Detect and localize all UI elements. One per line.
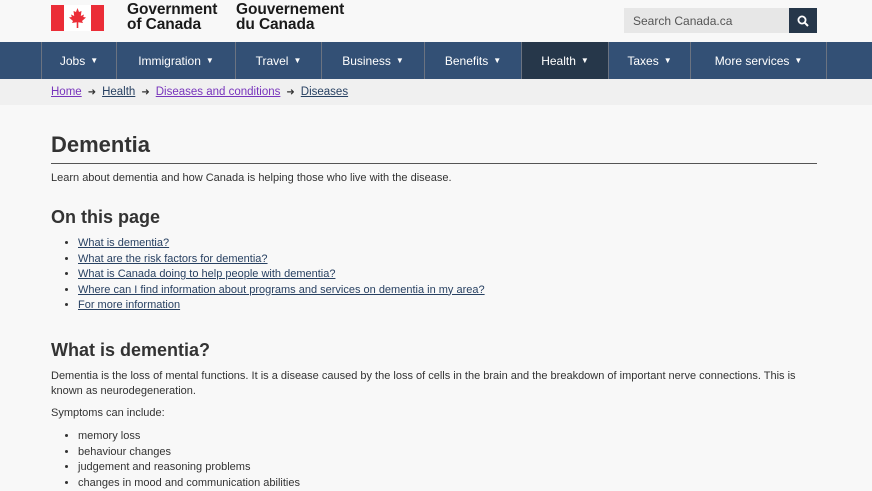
- toc-link-what-is-dementia[interactable]: What is dementia?: [78, 237, 169, 249]
- menu-item-label: Health: [541, 54, 576, 68]
- menu-items: Jobs ▼ Immigration ▼ Travel ▼ Business ▼…: [41, 42, 827, 79]
- chevron-down-icon: ▼: [664, 56, 672, 65]
- chevron-down-icon: ▼: [396, 56, 404, 65]
- chevron-down-icon: ▼: [794, 56, 802, 65]
- government-of-canada-wordmark[interactable]: Government of Canada: [127, 2, 217, 32]
- page-title: Dementia: [51, 132, 817, 164]
- search-button[interactable]: [789, 8, 817, 33]
- symptoms-list: memory loss behaviour changes judgement …: [78, 429, 817, 491]
- breadcrumb-link-diseases-and-conditions[interactable]: Diseases and conditions: [156, 86, 281, 98]
- chevron-down-icon: ▼: [206, 56, 214, 65]
- breadcrumb-list: Home ➜ Health ➜ Diseases and conditions …: [51, 86, 348, 98]
- toc-link-canada-help[interactable]: What is Canada doing to help people with…: [78, 268, 335, 280]
- menu-item-health[interactable]: Health ▼: [522, 42, 609, 79]
- chevron-down-icon: ▼: [493, 56, 501, 65]
- breadcrumb-link-home[interactable]: Home: [51, 86, 82, 98]
- toc-link-risk-factors[interactable]: What are the risk factors for dementia?: [78, 253, 268, 265]
- breadcrumb-item: ➜ Diseases: [280, 86, 348, 98]
- toc-item: What is Canada doing to help people with…: [78, 267, 817, 283]
- wordmark-fr-line2: du Canada: [236, 17, 344, 32]
- breadcrumb-item: Home: [51, 86, 82, 98]
- menu-item-label: Business: [342, 54, 391, 68]
- menu-item-benefits[interactable]: Benefits ▼: [425, 42, 522, 79]
- gouvernement-du-canada-wordmark[interactable]: Gouvernement du Canada: [236, 2, 344, 32]
- list-item: memory loss: [78, 429, 817, 445]
- menu-item-label: Travel: [256, 54, 289, 68]
- menu-item-immigration[interactable]: Immigration ▼: [117, 42, 236, 79]
- search-icon: [797, 15, 809, 27]
- menu-item-label: More services: [715, 54, 790, 68]
- arrow-right-icon: ➜: [88, 87, 96, 98]
- wordmark-en-line1: Government: [127, 2, 217, 17]
- main-content: Dementia Learn about dementia and how Ca…: [51, 105, 817, 491]
- canada-flag-icon[interactable]: [51, 5, 104, 31]
- arrow-right-icon: ➜: [141, 87, 149, 98]
- site-header: Government of Canada Gouvernement du Can…: [0, 0, 872, 42]
- menu-item-more-services[interactable]: More services ▼: [691, 42, 827, 79]
- toc-item: What are the risk factors for dementia?: [78, 252, 817, 268]
- menu-item-business[interactable]: Business ▼: [322, 42, 425, 79]
- menu-item-label: Taxes: [627, 54, 658, 68]
- chevron-down-icon: ▼: [581, 56, 589, 65]
- menu-item-label: Jobs: [60, 54, 85, 68]
- breadcrumb-item: ➜ Diseases and conditions: [135, 86, 280, 98]
- toc-link-more-information[interactable]: For more information: [78, 299, 180, 311]
- menu-item-taxes[interactable]: Taxes ▼: [609, 42, 691, 79]
- search-input[interactable]: Search Canada.ca: [624, 8, 789, 33]
- wordmark-en-line2: of Canada: [127, 17, 217, 32]
- wordmark-fr-line1: Gouvernement: [236, 2, 344, 17]
- toc-link-programs-services[interactable]: Where can I find information about progr…: [78, 284, 485, 296]
- on-this-page-list: What is dementia? What are the risk fact…: [78, 236, 817, 314]
- menu-item-travel[interactable]: Travel ▼: [236, 42, 322, 79]
- breadcrumb: Home ➜ Health ➜ Diseases and conditions …: [0, 79, 872, 105]
- list-item: behaviour changes: [78, 445, 817, 461]
- menu-item-label: Benefits: [445, 54, 488, 68]
- section-heading: What is dementia?: [51, 339, 817, 361]
- page-intro: Learn about dementia and how Canada is h…: [51, 172, 817, 184]
- arrow-right-icon: ➜: [286, 87, 294, 98]
- list-item: judgement and reasoning problems: [78, 460, 817, 476]
- chevron-down-icon: ▼: [90, 56, 98, 65]
- toc-item: For more information: [78, 298, 817, 314]
- menu-item-label: Immigration: [138, 54, 201, 68]
- menu-item-jobs[interactable]: Jobs ▼: [42, 42, 117, 79]
- toc-item: Where can I find information about progr…: [78, 283, 817, 299]
- site-search: Search Canada.ca: [624, 8, 817, 33]
- section-paragraph: Dementia is the loss of mental functions…: [51, 369, 817, 400]
- chevron-down-icon: ▼: [293, 56, 301, 65]
- toc-heading: On this page: [51, 206, 817, 228]
- breadcrumb-link-diseases[interactable]: Diseases: [301, 86, 348, 98]
- symptoms-intro: Symptoms can include:: [51, 406, 817, 422]
- main-menu: Jobs ▼ Immigration ▼ Travel ▼ Business ▼…: [0, 42, 872, 79]
- breadcrumb-item: ➜ Health: [82, 86, 136, 98]
- breadcrumb-link-health[interactable]: Health: [102, 86, 135, 98]
- toc-item: What is dementia?: [78, 236, 817, 252]
